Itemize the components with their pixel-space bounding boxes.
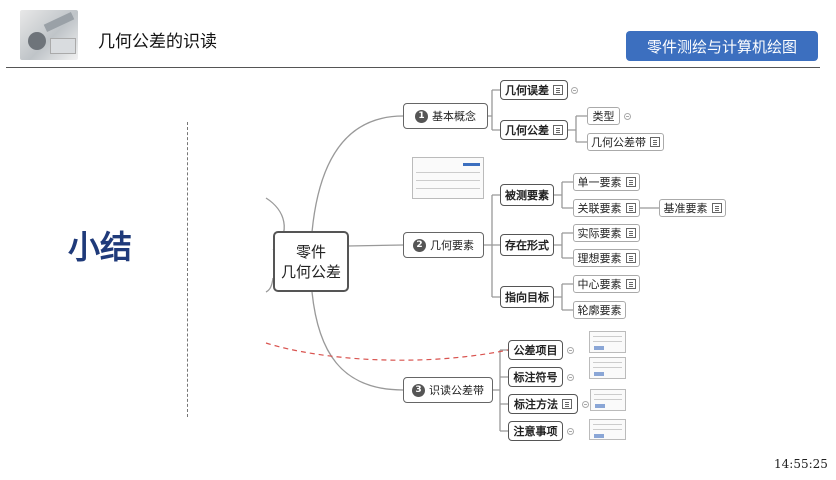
b2-leaf-datum[interactable]: 基准要素 (659, 199, 726, 217)
branch2-number-badge: 2 (413, 238, 426, 252)
attachment-thumbnail[interactable] (589, 419, 626, 440)
b3-notes[interactable]: 注意事项 (508, 421, 563, 441)
attachment-thumbnail[interactable] (589, 357, 626, 379)
b3-notes-label: 注意事项 (513, 425, 558, 438)
note-icon (711, 203, 722, 213)
b2-existence-form-label: 存在形式 (505, 239, 549, 252)
connector-root-b1 (311, 115, 404, 233)
b1-child-geometric-tolerance[interactable]: 几何公差 (500, 120, 568, 140)
expand-plus-icon[interactable] (567, 374, 574, 381)
b2-measured-elements-label: 被测要素 (505, 189, 549, 202)
b2-measured-elements[interactable]: 被测要素 (500, 184, 554, 206)
branch3-label: 识读公差带 (429, 384, 484, 397)
expand-plus-icon[interactable] (624, 113, 631, 120)
b3-marking-methods[interactable]: 标注方法 (508, 394, 578, 414)
expand-plus-icon[interactable] (582, 401, 589, 408)
b2-leaf-ideal[interactable]: 理想要素 (573, 249, 640, 267)
b2-leaf-center[interactable]: 中心要素 (573, 275, 640, 293)
b3-marking-symbols[interactable]: 标注符号 (508, 367, 563, 387)
b3-marking-methods-label: 标注方法 (514, 398, 558, 411)
b2-leaf-actual-label: 实际要素 (577, 227, 622, 240)
b2-leaf-single-label: 单一要素 (577, 176, 622, 189)
connector-g2-bracket (554, 232, 573, 259)
attachment-thumbnail[interactable] (590, 389, 626, 411)
expand-plus-icon[interactable] (567, 428, 574, 435)
branch3-number-badge: 3 (412, 383, 425, 397)
connector-b3-bracket (493, 349, 508, 432)
note-icon (625, 279, 636, 289)
expand-plus-icon[interactable] (567, 347, 574, 354)
b3-tolerance-items-label: 公差项目 (513, 344, 558, 357)
expand-plus-icon[interactable] (571, 87, 578, 94)
connector-root-b3 (311, 291, 404, 391)
b2-pointing-target[interactable]: 指向目标 (500, 286, 554, 308)
b2-leaf-contour-label: 轮廓要素 (577, 304, 622, 317)
b1-leaf-type-label: 类型 (592, 110, 615, 123)
b2-existence-form[interactable]: 存在形式 (500, 234, 554, 256)
connector-b1-bracket (488, 89, 500, 131)
note-icon (625, 177, 636, 187)
branch3-node[interactable]: 3 识读公差带 (403, 377, 493, 403)
branch1-number-badge: 1 (415, 109, 428, 123)
note-icon (625, 203, 636, 213)
b2-leaf-contour[interactable]: 轮廓要素 (573, 301, 626, 319)
note-icon (650, 137, 660, 147)
b2-leaf-single[interactable]: 单一要素 (573, 173, 640, 191)
connector-g1-bracket (554, 181, 573, 209)
b2-leaf-related-label: 关联要素 (577, 202, 622, 215)
note-icon (562, 399, 572, 409)
root-line1: 零件 (295, 242, 326, 261)
branch1-node[interactable]: 1 基本概念 (403, 103, 488, 129)
connector-b1c2-bracket (568, 115, 587, 143)
root-node[interactable]: 零件 几何公差 (273, 231, 349, 292)
b1-leaf-type[interactable]: 类型 (587, 107, 620, 125)
b1-leaf-tolerance-zone-label: 几何公差带 (591, 136, 646, 149)
b3-marking-symbols-label: 标注符号 (513, 371, 558, 384)
note-icon (625, 253, 636, 263)
b1-child-geometric-error[interactable]: 几何误差 (500, 80, 568, 100)
timestamp: 14:55:25 (774, 457, 828, 471)
b2-leaf-datum-label: 基准要素 (663, 202, 708, 215)
note-icon (553, 125, 563, 135)
mindmap-thumbnail[interactable] (412, 157, 484, 199)
root-line2: 几何公差 (280, 262, 341, 281)
note-icon (553, 85, 563, 95)
b1-child-geometric-tolerance-label: 几何公差 (505, 124, 549, 137)
b3-tolerance-items[interactable]: 公差项目 (508, 340, 563, 360)
red-dashed-curve (265, 342, 509, 361)
branch1-label: 基本概念 (432, 110, 476, 123)
b2-leaf-center-label: 中心要素 (577, 278, 622, 291)
connector-b2-bracket (484, 194, 500, 298)
b1-child-geometric-error-label: 几何误差 (505, 84, 549, 97)
branch2-label: 几何要素 (430, 239, 474, 252)
connector-arc-left2 (265, 277, 274, 293)
b2-leaf-related[interactable]: 关联要素 (573, 199, 640, 217)
attachment-thumbnail[interactable] (589, 331, 626, 353)
connector-root-b2 (347, 244, 404, 247)
b2-pointing-target-label: 指向目标 (505, 291, 549, 304)
b2-leaf-ideal-label: 理想要素 (577, 252, 622, 265)
branch2-node[interactable]: 2 几何要素 (403, 232, 484, 258)
b2-leaf-actual[interactable]: 实际要素 (573, 224, 640, 242)
note-icon (625, 228, 636, 238)
connector-g3-bracket (554, 283, 573, 311)
b1-leaf-tolerance-zone[interactable]: 几何公差带 (587, 133, 664, 151)
